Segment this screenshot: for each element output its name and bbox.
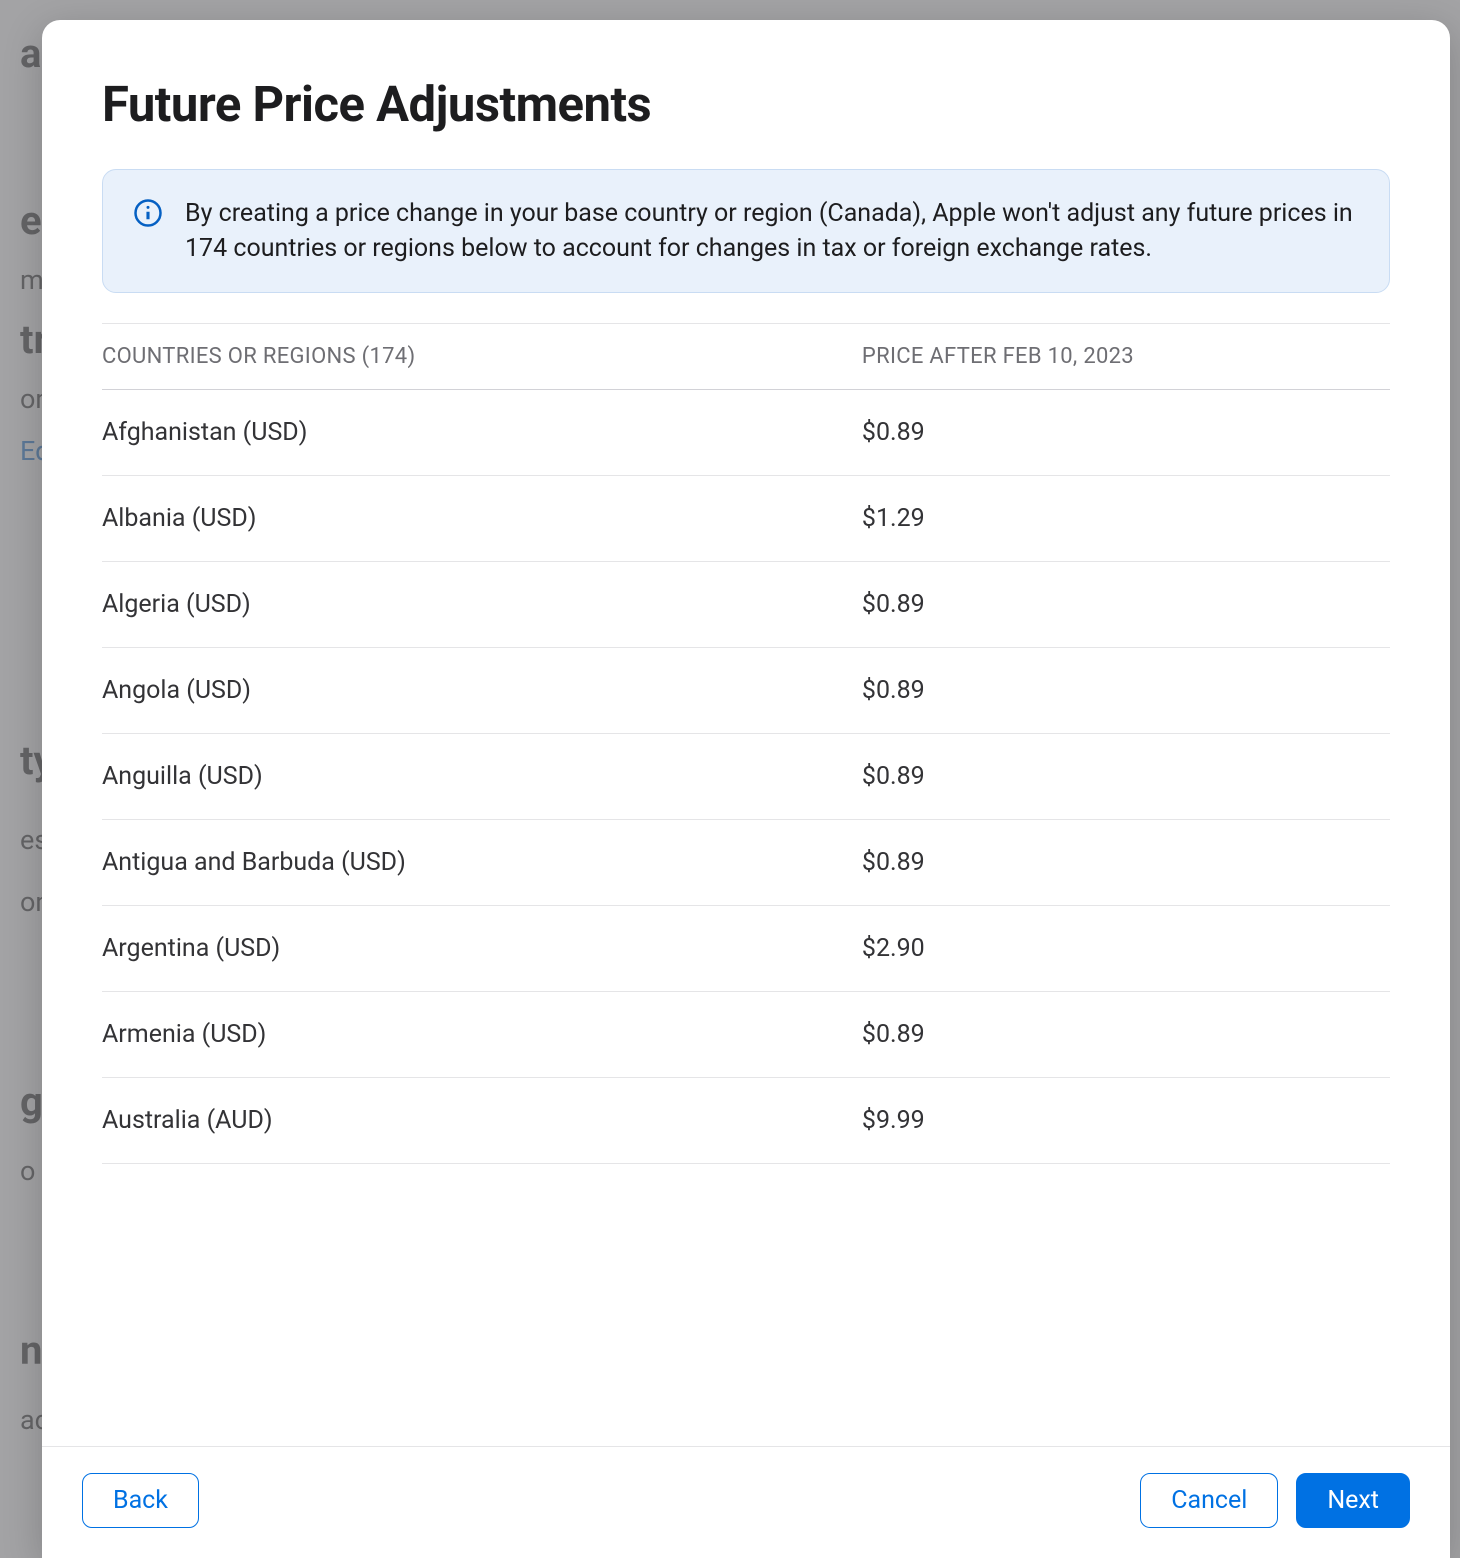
table-row: Algeria (USD)$0.89	[102, 562, 1390, 648]
back-button[interactable]: Back	[82, 1473, 199, 1528]
country-cell: Algeria (USD)	[102, 590, 862, 619]
future-price-adjustments-modal: Future Price Adjustments By creating a p…	[42, 20, 1450, 1558]
table-row: Argentina (USD)$2.90	[102, 906, 1390, 992]
table-row: Armenia (USD)$0.89	[102, 992, 1390, 1078]
table-row: Afghanistan (USD)$0.89	[102, 390, 1390, 476]
table-row: Antigua and Barbuda (USD)$0.89	[102, 820, 1390, 906]
country-cell: Antigua and Barbuda (USD)	[102, 848, 862, 877]
price-cell: $2.90	[862, 934, 1390, 963]
table-row: Angola (USD)$0.89	[102, 648, 1390, 734]
info-banner: By creating a price change in your base …	[102, 169, 1390, 293]
header-price: PRICE AFTER FEB 10, 2023	[862, 344, 1390, 369]
table-row: Anguilla (USD)$0.89	[102, 734, 1390, 820]
price-cell: $0.89	[862, 676, 1390, 705]
country-cell: Armenia (USD)	[102, 1020, 862, 1049]
modal-body: Future Price Adjustments By creating a p…	[42, 20, 1450, 1446]
header-countries: COUNTRIES OR REGIONS (174)	[102, 344, 862, 369]
price-table: COUNTRIES OR REGIONS (174) PRICE AFTER F…	[102, 323, 1390, 1164]
table-row: Albania (USD)$1.29	[102, 476, 1390, 562]
table-row: Australia (AUD)$9.99	[102, 1078, 1390, 1164]
price-cell: $1.29	[862, 504, 1390, 533]
country-cell: Afghanistan (USD)	[102, 418, 862, 447]
table-header: COUNTRIES OR REGIONS (174) PRICE AFTER F…	[102, 324, 1390, 390]
modal-title: Future Price Adjustments	[102, 76, 1390, 133]
country-cell: Australia (AUD)	[102, 1106, 862, 1135]
country-cell: Argentina (USD)	[102, 934, 862, 963]
price-cell: $9.99	[862, 1106, 1390, 1135]
price-cell: $0.89	[862, 848, 1390, 877]
country-cell: Anguilla (USD)	[102, 762, 862, 791]
cancel-button[interactable]: Cancel	[1140, 1473, 1278, 1528]
price-cell: $0.89	[862, 590, 1390, 619]
modal-footer: Back Cancel Next	[42, 1446, 1450, 1558]
info-icon	[133, 198, 163, 228]
next-button[interactable]: Next	[1296, 1473, 1410, 1528]
price-cell: $0.89	[862, 418, 1390, 447]
country-cell: Albania (USD)	[102, 504, 862, 533]
price-cell: $0.89	[862, 762, 1390, 791]
price-cell: $0.89	[862, 1020, 1390, 1049]
country-cell: Angola (USD)	[102, 676, 862, 705]
footer-right: Cancel Next	[1140, 1473, 1410, 1528]
info-banner-text: By creating a price change in your base …	[185, 196, 1359, 266]
